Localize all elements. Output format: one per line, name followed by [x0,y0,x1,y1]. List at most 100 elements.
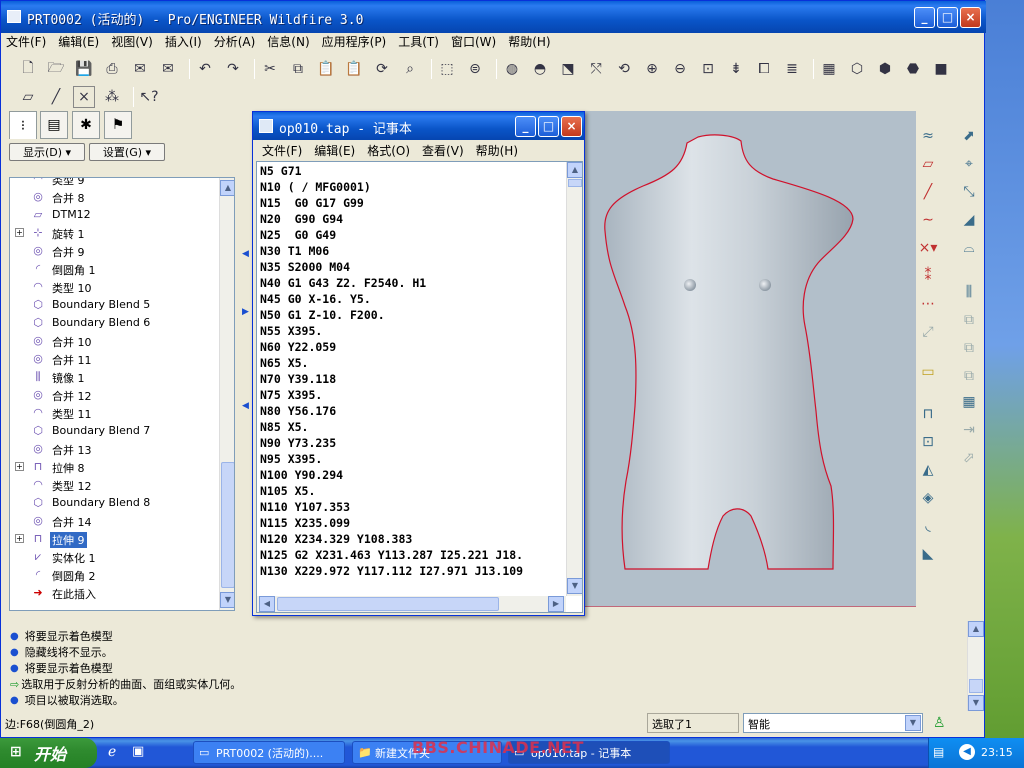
paste-icon[interactable]: 📋 [315,58,337,80]
close-button[interactable]: × [960,7,981,28]
menu-item-4[interactable]: 分析(A) [214,33,256,50]
open-icon[interactable]: 🗁 [45,58,67,80]
style-icon[interactable]: ◢ [958,209,980,231]
intersect-icon[interactable]: ⧉ [958,337,980,359]
notepad-minimize-button[interactable]: _ [515,116,536,137]
np-vscroll-thumb[interactable] [568,179,582,187]
pattern-icon[interactable]: ⌖ [958,153,980,175]
filter-dropdown-icon[interactable]: ▼ [905,715,921,731]
mail-recipient-icon[interactable]: ✉ [157,58,179,80]
connections-tab-icon[interactable]: ⚑ [104,111,132,139]
paste-special-icon[interactable]: 📋 [343,58,365,80]
layers-icon[interactable]: ≣ [781,58,803,80]
np-hscroll-thumb[interactable] [277,597,499,611]
tree-item[interactable]: + ⊓ 拉伸 9 [10,530,218,548]
tree-item[interactable]: + ⊓ 拉伸 8 [10,458,218,476]
task-proe[interactable]: ▭ PRT0002 (活动的).... [193,741,345,764]
expand-icon[interactable]: + [15,534,24,543]
notepad-title-bar[interactable]: op010.tap - 记事本 _ □ × [253,112,584,140]
datum-point-toggle-icon[interactable]: × [73,86,95,108]
msg-scroll-down-icon[interactable]: ▼ [968,695,984,711]
notepad-menu-item-0[interactable]: 文件(F) [262,142,302,159]
menu-item-9[interactable]: 帮助(H) [508,33,550,50]
tree-item[interactable]: + ⊹ 旋转 1 [10,224,218,242]
annotation-icon[interactable]: ▭ [917,361,939,383]
tree-item[interactable]: ◎ 合并 12 [10,386,218,404]
menu-item-1[interactable]: 编辑(E) [58,33,99,50]
blend-icon[interactable]: ◈ [917,487,939,509]
undo-icon[interactable]: ↶ [194,58,216,80]
extend-icon[interactable]: ⬈ [958,125,980,147]
spin-center-icon[interactable]: ⤲ [585,58,607,80]
msg-scroll-up-icon[interactable]: ▲ [968,621,984,637]
datum-point-icon[interactable]: ×▾ [917,237,939,259]
expand-icon[interactable]: + [15,228,24,237]
datum-plane-icon[interactable]: ▱ [917,153,939,175]
np-scroll-down-icon[interactable]: ▼ [567,578,582,594]
tree-item[interactable]: ◠ 类型 9 [10,178,218,188]
menu-item-7[interactable]: 工具(T) [398,33,439,50]
variable-section-sweep-icon[interactable]: ◭ [917,459,939,481]
tree-item[interactable]: ◠ 类型 10 [10,278,218,296]
sketched-curve-icon[interactable]: ∼ [917,209,939,231]
redo-icon[interactable]: ↷ [222,58,244,80]
boundary-blend-tool-icon[interactable]: ⌓ [958,237,980,259]
tree-scrollbar[interactable]: ▲ ▼ [219,178,234,610]
scroll-up-icon[interactable]: ▲ [220,180,234,196]
model-tree-tab-icon[interactable]: ⁝ [9,111,37,139]
maximize-button[interactable]: □ [937,7,958,28]
find-icon[interactable]: ⌕ [399,58,421,80]
folder-browser-tab-icon[interactable]: ▤ [40,111,68,139]
refit-icon[interactable]: ⊡ [697,58,719,80]
copy-icon[interactable]: ⧉ [287,58,309,80]
menu-item-0[interactable]: 文件(F) [6,33,46,50]
csys-icon[interactable]: ⁑ [917,265,939,287]
tree-item[interactable]: ◎ 合并 9 [10,242,218,260]
main-title-bar[interactable]: PRT0002 (活动的) - Pro/ENGINEER Wildfire 3.… [1,1,986,33]
notepad-hscrollbar[interactable]: ◀ ▶ [257,596,566,612]
tree-item[interactable]: ◠ 类型 11 [10,404,218,422]
tree-item[interactable]: ◎ 合并 11 [10,350,218,368]
np-scroll-right-icon[interactable]: ▶ [548,596,564,612]
analysis-feature-icon[interactable]: ⋯ [917,293,939,315]
mail-icon[interactable]: ✉ [129,58,151,80]
render-icon[interactable]: ◓ [529,58,551,80]
appearance-icon[interactable]: ◍ [501,58,523,80]
collapse-left-icon[interactable]: ◀ [242,249,249,259]
tree-item[interactable]: ⩗ 实体化 1 [10,548,218,566]
zoom-in-icon[interactable]: ⊕ [641,58,663,80]
wireframe-icon[interactable]: ⬡ [846,58,868,80]
notepad-menu-item-2[interactable]: 格式(O) [367,142,410,159]
revolve-tool-icon[interactable]: ⊡ [917,431,939,453]
tree-scroll-thumb[interactable] [221,462,234,588]
datum-plane-toggle-icon[interactable]: ▱ [17,86,39,108]
merge-tool-icon[interactable]: ⧉ [958,309,980,331]
tree-item[interactable]: ◜ 倒圆角 1 [10,260,218,278]
orient-icon[interactable]: ⟲ [613,58,635,80]
sketch-view-icon[interactable]: ⬔ [557,58,579,80]
start-button[interactable]: ⊞ 开始 [0,738,97,768]
tree-item[interactable]: ◜ 倒圆角 2 [10,566,218,584]
tree-item[interactable]: ⬡ Boundary Blend 8 [10,494,218,512]
collapse-left-icon-2[interactable]: ◀ [242,401,249,411]
traffic-light-icon[interactable]: ♙ [933,714,946,734]
solidify-tool-icon[interactable]: ⇥ [958,419,980,441]
tree-item[interactable]: ⬡ Boundary Blend 7 [10,422,218,440]
expand-icon[interactable]: + [15,462,24,471]
ie-quicklaunch-icon[interactable]: ℯ [108,744,116,760]
scroll-down-icon[interactable]: ▼ [220,592,234,608]
datum-curve-sketch-icon[interactable]: ≈ [917,125,939,147]
mirror-tool-icon[interactable]: ⫼ [958,281,980,303]
save-icon[interactable]: 💾 [73,58,95,80]
menu-item-3[interactable]: 插入(I) [165,33,202,50]
tray-collapse-icon[interactable]: ◀ [959,744,975,760]
menu-item-6[interactable]: 应用程序(P) [322,33,387,50]
tree-item[interactable]: ◎ 合并 8 [10,188,218,206]
datum-axis-icon[interactable]: ╱ [917,181,939,203]
tree-item[interactable]: ⬡ Boundary Blend 6 [10,314,218,332]
regenerate-icon[interactable]: ⟳ [371,58,393,80]
round-tool-icon[interactable]: ◣ [917,543,939,565]
coord-sys-toggle-icon[interactable]: ⁂ [101,86,123,108]
tree-item[interactable]: ➜ 在此插入 [10,584,218,602]
thicken-icon[interactable]: ⧉ [958,365,980,387]
